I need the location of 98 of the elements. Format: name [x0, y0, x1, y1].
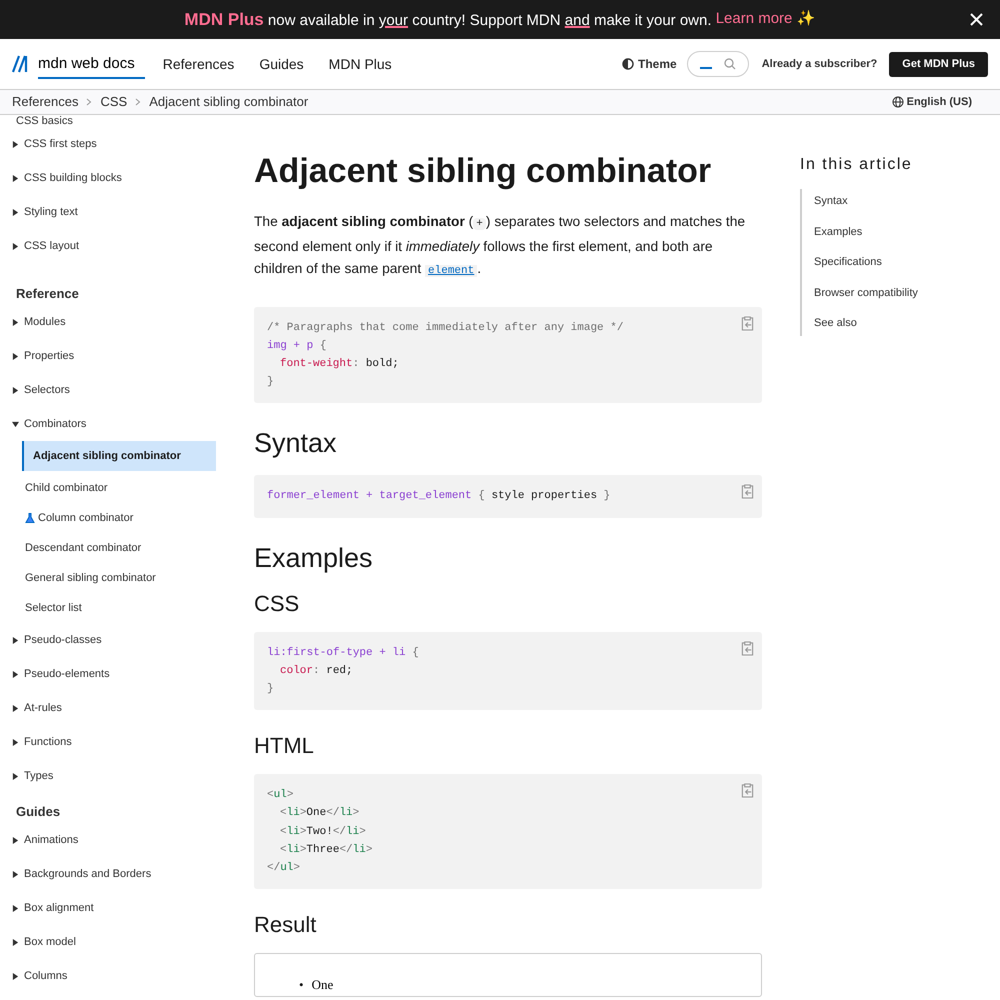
caret-right-icon — [12, 836, 19, 844]
sidebar-link[interactable]: Adjacent sibling combinator — [22, 441, 216, 471]
sidebar-link[interactable]: Descendant combinator — [22, 533, 216, 563]
caret-right-icon — [12, 242, 19, 250]
theme-button[interactable]: Theme — [622, 55, 677, 73]
sidebar-group[interactable]: Columns — [12, 959, 216, 993]
list-item: One — [312, 976, 334, 994]
sidebar-group[interactable]: CSS layout — [12, 229, 216, 263]
toc-link[interactable]: Syntax — [802, 193, 918, 210]
section-heading: Syntax — [254, 427, 338, 460]
globe-icon — [892, 96, 904, 108]
get-mdn-plus-button[interactable]: Get MDN Plus — [889, 52, 988, 76]
intro-paragraph: The adjacent sibling combinator ( + ) separates two selectors and matches the second element only if it immediately follows the first element, and both are children of the same parent element . — [254, 213, 746, 279]
caret-right-icon — [12, 704, 19, 712]
code-line: <li>Three</li> — [279, 842, 374, 858]
caret-right-icon — [12, 140, 19, 148]
caret-right-icon — [12, 772, 19, 780]
subsection-heading: Result — [254, 911, 318, 940]
sidebar-group[interactable]: Functions — [12, 725, 216, 759]
nav-link[interactable]: MDN Plus — [328, 54, 392, 74]
caret-right-icon — [12, 352, 19, 360]
caret-right-icon — [12, 208, 19, 216]
copy-icon[interactable] — [741, 316, 754, 330]
subsection-heading: HTML — [254, 732, 315, 760]
caret-right-icon — [12, 938, 19, 946]
copy-icon[interactable] — [741, 783, 754, 798]
logo-text[interactable]: mdn web docs — [38, 53, 145, 79]
sidebar-group[interactable]: CSS first steps — [12, 127, 216, 161]
caret-down-icon — [12, 420, 19, 428]
copy-icon[interactable] — [741, 484, 754, 500]
toc-heading: In this article — [800, 155, 914, 175]
sidebar-group[interactable]: Types — [12, 759, 216, 793]
copy-icon[interactable] — [741, 640, 754, 656]
search-field[interactable] — [686, 51, 749, 77]
caret-right-icon — [12, 738, 19, 746]
search-icon — [724, 58, 736, 70]
sidebar-group[interactable]: Box model — [12, 925, 216, 959]
sidebar-group[interactable]: Pseudo-classes — [12, 623, 216, 657]
sidebar-group[interactable]: Animations — [12, 823, 216, 857]
caret-right-icon — [12, 174, 19, 182]
sign-in-link[interactable]: Already a subscriber? — [762, 56, 878, 72]
sidebar-heading: Reference — [15, 284, 80, 302]
nav-link[interactable]: References — [162, 54, 234, 74]
toc-link[interactable]: Specifications — [802, 254, 918, 270]
code-line: </ul> — [267, 860, 302, 876]
chevron-icon — [135, 98, 142, 106]
section-heading: Examples — [254, 542, 374, 574]
sidebar-heading: Guides — [15, 802, 62, 820]
language-button[interactable]: English (US) — [892, 94, 972, 110]
element-link[interactable]: element — [425, 265, 478, 277]
breadcrumb-link[interactable]: CSS — [100, 92, 128, 112]
sidebar-link[interactable]: General sibling combinator — [22, 563, 216, 593]
sidebar-link[interactable]: Selector list — [22, 593, 216, 623]
sidebar-group[interactable]: Styling text — [12, 195, 216, 229]
code-line: <li>Two!</li> — [279, 824, 367, 840]
code-line: former_element + target_element { style properties } — [267, 489, 612, 504]
sidebar-link[interactable]: Child combinator — [22, 473, 216, 503]
caret-right-icon — [12, 636, 19, 644]
breadcrumb-link[interactable]: References — [12, 92, 78, 112]
sidebar-link[interactable]: CSS basics — [12, 115, 216, 127]
code-line: <ul> — [267, 788, 294, 804]
sidebar-group[interactable]: Box alignment — [12, 891, 216, 925]
sidebar-group[interactable]: Backgrounds and Borders — [12, 857, 216, 891]
sidebar-link[interactable]: Column combinator — [22, 503, 216, 533]
learn-more-link[interactable]: Learn more ✨ — [716, 8, 816, 31]
subsection-heading: CSS — [254, 590, 300, 618]
code-line: color: red; — [279, 664, 354, 679]
caret-right-icon — [12, 318, 19, 326]
announcement-text: MDN Plus now available in your country! Support MDN and make it your own. — [184, 8, 713, 31]
sidebar-group[interactable]: Modules — [12, 305, 216, 339]
chevron-icon — [86, 98, 92, 106]
sidebar-group[interactable]: CSS building blocks — [12, 161, 216, 195]
sidebar-group[interactable]: Selectors — [12, 373, 216, 407]
code-line: } — [267, 682, 275, 697]
code-line: img + p { — [267, 338, 328, 354]
caret-right-icon — [12, 386, 19, 394]
code-line: } — [267, 375, 275, 390]
caret-right-icon — [12, 972, 19, 980]
article-title: Adjacent sibling combinator — [254, 151, 712, 191]
toc-link[interactable]: Browser compatibility — [802, 284, 918, 301]
code-line: <li>One</li> — [279, 806, 360, 822]
sidebar-group[interactable]: Properties — [12, 339, 216, 373]
code-line: font-weight: bold; — [279, 356, 400, 372]
nav-link[interactable]: Guides — [259, 54, 304, 74]
caret-right-icon — [12, 670, 19, 678]
bullet: • — [299, 976, 304, 994]
contrast-icon — [622, 58, 634, 70]
toc-link[interactable]: See also — [802, 315, 918, 332]
breadcrumb-link[interactable]: Adjacent sibling combinator — [149, 92, 308, 112]
close-icon[interactable] — [970, 13, 983, 26]
caret-right-icon — [12, 870, 19, 878]
sidebar-group[interactable]: At-rules — [12, 691, 216, 725]
code-line: li:first-of-type + li { — [267, 646, 420, 661]
code-line: /* Paragraphs that come immediately after any image */ — [267, 320, 624, 336]
sidebar-group[interactable]: Pseudo-elements — [12, 657, 216, 691]
sidebar-group[interactable]: Combinators — [12, 407, 216, 441]
caret-right-icon — [12, 904, 19, 912]
toc-link[interactable]: Examples — [802, 224, 918, 240]
